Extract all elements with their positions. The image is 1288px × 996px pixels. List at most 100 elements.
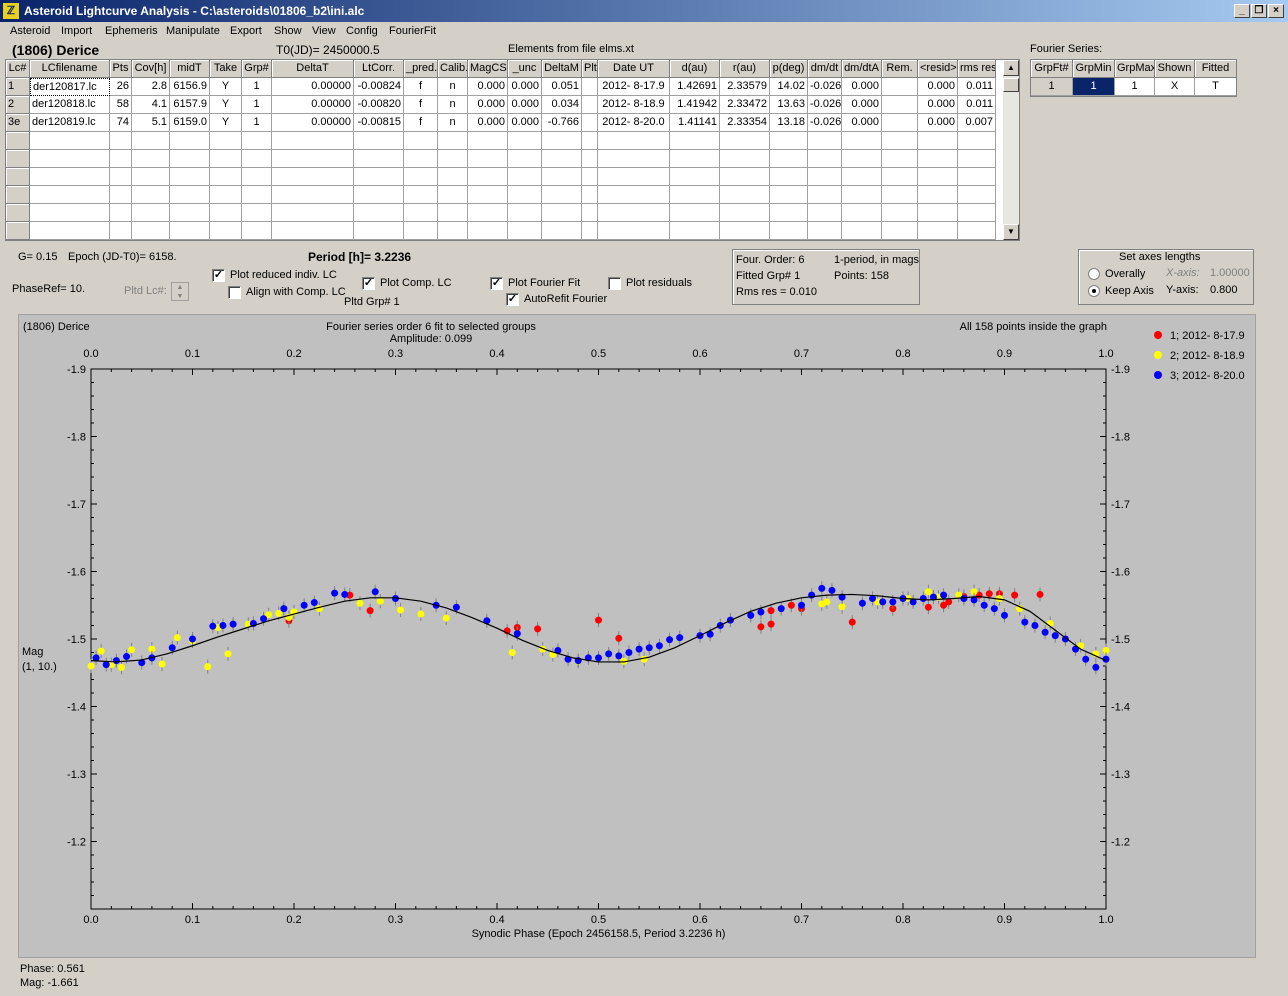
column-header[interactable]: Take [210,60,242,78]
column-header[interactable]: Date UT [598,60,670,78]
table-cell[interactable] [582,132,598,150]
table-cell[interactable]: 2.33472 [720,96,770,114]
table-cell[interactable] [404,132,438,150]
table-cell[interactable] [582,168,598,186]
fourier-cell[interactable]: 1 [1031,78,1073,96]
table-cell[interactable] [842,222,882,240]
table-cell[interactable] [582,96,598,114]
table-cell[interactable] [132,204,170,222]
table-cell[interactable] [958,186,996,204]
table-cell[interactable]: 74 [110,114,132,132]
table-cell[interactable] [30,168,110,186]
column-header[interactable]: Grp# [242,60,272,78]
table-cell[interactable] [404,204,438,222]
plot-fourier-checkbox[interactable]: ✓ [490,277,503,290]
plot-residuals-checkbox[interactable] [608,277,621,290]
table-cell[interactable] [598,222,670,240]
table-cell[interactable] [508,168,542,186]
table-cell[interactable] [542,150,582,168]
table-cell[interactable] [770,132,808,150]
table-cell[interactable] [242,132,272,150]
menu-asteroid[interactable]: Asteroid [10,25,50,37]
table-cell[interactable]: 2.33354 [720,114,770,132]
scroll-thumb[interactable] [1003,78,1019,92]
table-cell[interactable] [918,150,958,168]
column-header[interactable]: r(au) [720,60,770,78]
table-cell[interactable] [242,222,272,240]
column-header[interactable]: MagCS [468,60,508,78]
table-cell[interactable] [354,132,404,150]
table-cell[interactable] [720,204,770,222]
table-cell[interactable]: der120818.lc [30,96,110,114]
table-cell[interactable] [842,132,882,150]
table-cell[interactable] [508,204,542,222]
table-cell[interactable]: 1.41942 [670,96,720,114]
table-cell[interactable]: 0.00000 [272,78,354,96]
table-cell[interactable] [272,168,354,186]
table-cell[interactable] [132,222,170,240]
table-cell[interactable] [110,150,132,168]
table-cell[interactable]: 2012- 8-17.9 [598,78,670,96]
menu-ephemeris[interactable]: Ephemeris [105,25,158,37]
restore-icon[interactable]: ❐ [1251,4,1267,18]
autorefit-checkbox[interactable]: ✓ [506,293,519,306]
table-cell[interactable] [770,186,808,204]
table-cell[interactable] [670,132,720,150]
table-cell[interactable] [272,150,354,168]
table-cell[interactable] [354,222,404,240]
table-cell[interactable]: 0.000 [842,78,882,96]
table-cell[interactable] [30,222,110,240]
table-cell[interactable]: 0.000 [468,96,508,114]
table-cell[interactable] [242,186,272,204]
table-cell[interactable] [272,132,354,150]
table-cell[interactable] [468,204,508,222]
column-header[interactable]: Calib. [438,60,468,78]
table-cell[interactable] [468,186,508,204]
table-cell[interactable] [582,222,598,240]
column-header[interactable]: <resid> [918,60,958,78]
table-cell[interactable]: 2012- 8-20.0 [598,114,670,132]
table-cell[interactable] [882,78,918,96]
align-comp-checkbox[interactable] [228,286,241,299]
table-cell[interactable] [132,186,170,204]
column-header[interactable]: Lc# [6,60,30,78]
table-cell[interactable] [770,204,808,222]
plot-reduced-checkbox[interactable]: ✓ [212,269,225,282]
table-cell[interactable]: 0.000 [842,114,882,132]
lightcurve-table-scrollbar[interactable]: ▲ ▼ [1003,60,1019,240]
table-cell[interactable] [582,186,598,204]
table-cell[interactable]: -0.026 [808,96,842,114]
table-cell[interactable] [808,150,842,168]
pltd-lc-spinner[interactable]: ▲ ▼ [171,282,189,301]
table-cell[interactable]: 1.41141 [670,114,720,132]
table-cell[interactable] [110,186,132,204]
table-cell[interactable] [110,204,132,222]
table-cell[interactable] [582,204,598,222]
table-cell[interactable]: f [404,96,438,114]
table-cell[interactable] [582,78,598,96]
table-cell[interactable]: 26 [110,78,132,96]
table-cell[interactable]: 0.000 [468,114,508,132]
menu-config[interactable]: Config [346,25,378,37]
table-cell[interactable] [210,204,242,222]
menu-import[interactable]: Import [61,25,92,37]
column-header[interactable]: _unc [508,60,542,78]
column-header[interactable]: midT [170,60,210,78]
table-cell[interactable] [958,168,996,186]
table-cell[interactable] [438,186,468,204]
table-cell[interactable] [110,132,132,150]
table-cell[interactable] [132,150,170,168]
table-cell[interactable] [354,204,404,222]
keep-axis-radio[interactable] [1088,285,1100,297]
table-cell[interactable] [272,186,354,204]
row-header-cell[interactable]: 1 [6,78,30,96]
table-cell[interactable]: 1 [242,114,272,132]
table-cell[interactable] [582,114,598,132]
column-header[interactable]: d(au) [670,60,720,78]
table-cell[interactable] [720,132,770,150]
table-cell[interactable] [438,150,468,168]
table-cell[interactable]: -0.00815 [354,114,404,132]
table-cell[interactable] [720,150,770,168]
table-cell[interactable] [438,132,468,150]
column-header[interactable]: Rem. [882,60,918,78]
